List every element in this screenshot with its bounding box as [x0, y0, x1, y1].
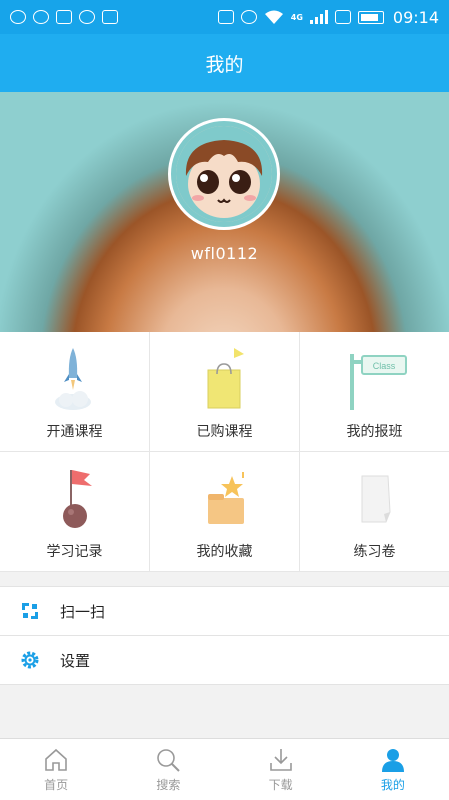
status-notifications — [10, 10, 118, 24]
page-title: 我的 — [205, 53, 244, 76]
folder-star-icon — [207, 472, 244, 524]
image-icon — [56, 10, 72, 24]
sim-icon — [334, 10, 351, 24]
gear-icon — [21, 651, 39, 669]
bottom-navigation: 首页 搜索 下载 我的 — [0, 738, 449, 800]
title-bar: 我的 — [0, 34, 449, 92]
grid-item-label: 我的报班 — [346, 424, 403, 440]
alarm-icon — [240, 10, 257, 24]
grid-item-label: 已购课程 — [196, 424, 253, 440]
grid-item-label: 我的收藏 — [196, 544, 253, 560]
search-icon — [157, 749, 181, 772]
user-icon — [381, 749, 404, 772]
username: wfl0112 — [190, 244, 259, 263]
tab-label: 首页 — [44, 778, 69, 792]
grid-item-purchased-courses[interactable]: 已购课程 — [150, 332, 300, 452]
menu-item-settings[interactable]: 设置 — [0, 636, 449, 685]
notification-app-icon — [10, 10, 26, 24]
grid-item-my-class[interactable]: Class 我的报班 — [300, 332, 449, 452]
menu-list: 扫一扫 设置 — [0, 586, 449, 685]
flag-icon — [62, 470, 92, 528]
rocket-icon — [54, 348, 91, 410]
shopping-bag-icon — [207, 348, 244, 409]
menu-item-label: 设置 — [60, 651, 91, 670]
grid-item-label: 学习记录 — [46, 544, 103, 560]
signal-icon — [309, 10, 328, 24]
grid-item-practice-paper[interactable]: 练习卷 — [300, 452, 449, 572]
menu-item-label: 扫一扫 — [60, 602, 106, 621]
grid-item-open-course[interactable]: 开通课程 — [0, 332, 150, 452]
class-sign-text: Class — [372, 361, 395, 371]
grid-item-label: 开通课程 — [46, 424, 103, 440]
wifi-icon — [264, 10, 283, 24]
menu-item-scan[interactable]: 扫一扫 — [0, 587, 449, 636]
clock: 09:14 — [392, 7, 439, 27]
message-icon — [33, 10, 49, 24]
status-bar: 4G 09:14 — [0, 0, 449, 34]
tab-label: 我的 — [380, 778, 405, 792]
clean-icon — [102, 10, 118, 24]
grid-item-label: 练习卷 — [353, 544, 396, 560]
grid-item-study-record[interactable]: 学习记录 — [0, 452, 150, 572]
tab-download[interactable]: 下载 — [225, 739, 337, 800]
profile-header: wfl0112 — [0, 92, 449, 332]
tab-home[interactable]: 首页 — [0, 739, 112, 800]
tab-label: 搜索 — [156, 778, 181, 792]
weather-icon — [79, 10, 95, 24]
home-icon — [45, 748, 67, 771]
paper-icon — [361, 475, 391, 523]
avatar-image — [176, 126, 272, 222]
status-system: 4G 09:14 — [217, 7, 439, 27]
battery-icon — [357, 10, 384, 24]
feature-grid: 开通课程 已购课程 Class 我的报班 学习记录 我的收藏 练习卷 — [0, 332, 449, 572]
scan-icon — [22, 603, 38, 619]
tab-label: 下载 — [268, 778, 293, 792]
vibrate-icon — [217, 10, 234, 24]
tab-search[interactable]: 搜索 — [112, 739, 224, 800]
avatar[interactable] — [168, 118, 280, 230]
grid-item-my-favorites[interactable]: 我的收藏 — [150, 452, 300, 572]
network-type: 4G — [290, 12, 303, 22]
tab-mine[interactable]: 我的 — [337, 739, 449, 800]
class-signpost-icon: Class — [349, 354, 407, 410]
download-icon — [269, 749, 292, 771]
